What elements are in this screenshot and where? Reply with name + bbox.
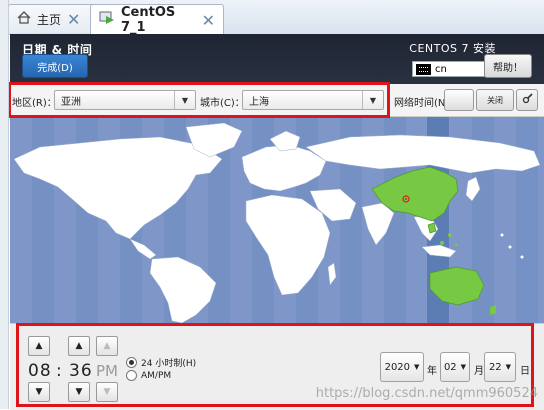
day-value: 22 [488,361,502,373]
timezone-map[interactable] [10,117,544,323]
year-label: 年 [427,366,437,377]
radio-selected-icon [126,357,137,368]
close-tab-centos-icon[interactable]: ✕ [202,11,215,30]
city-label: 城市(C)： [200,98,245,109]
minute-down-button[interactable]: ▼ [68,382,90,402]
month-value: 02 [443,361,457,373]
ampm-up-button[interactable]: ▲ [96,336,118,356]
tab-home[interactable]: 主页 ✕ [8,4,100,33]
region-bar: 地区(R)： 亚洲 ▼ 城市(C)： 上海 ▼ 网络时间(N) 关闭 [10,84,544,117]
done-button[interactable]: 完成(D) [22,54,88,78]
host-tab-bar: 主页 ✕ CentOS 7_1 ✕ [0,0,544,35]
time-separator: : [56,361,63,381]
chevron-down-icon: ▼ [414,363,420,371]
day-label: 日 [520,366,530,377]
year-value: 2020 [384,361,411,373]
format-ampm-label: AM/PM [141,370,172,381]
format-24h-label: 24 小时制(H) [141,359,197,369]
network-time-settings-button[interactable] [516,89,538,111]
chevron-down-icon: ▼ [460,363,467,371]
close-tab-home-icon[interactable]: ✕ [67,10,80,29]
gear-icon [522,93,533,107]
year-combo[interactable]: 2020 ▼ [380,352,424,382]
network-time-toggle[interactable] [444,89,474,111]
ampm-down-button[interactable]: ▼ [96,382,118,402]
network-time-off-button[interactable]: 关闭 [476,89,514,111]
product-title: CENTOS 7 安装 [409,42,496,55]
south-america [149,256,217,323]
hour-up-button[interactable]: ▲ [28,336,50,356]
keyboard-layout-value: cn [435,63,447,75]
chevron-down-icon: ▼ [174,91,195,109]
hour-value: 08 [28,361,52,381]
network-time-label: 网络时间(N) [394,98,450,109]
ampm-value: PM [96,362,118,380]
host-window-edge [0,0,9,409]
minute-up-button[interactable]: ▲ [68,336,90,356]
vm-icon [99,11,115,29]
radio-unselected-icon [126,370,137,381]
home-icon [17,11,31,27]
tab-home-label: 主页 [37,12,62,27]
month-combo[interactable]: 02 ▼ [440,352,470,382]
format-ampm-radio[interactable]: AM/PM [126,370,171,381]
city-combo[interactable]: 上海 ▼ [242,90,384,110]
format-24h-radio[interactable]: 24 小时制(H) [126,356,196,369]
day-combo[interactable]: 22 ▼ [484,352,516,382]
world-map[interactable] [10,117,544,323]
chevron-down-icon: ▼ [362,91,383,109]
tab-centos[interactable]: CentOS 7_1 ✕ [90,4,224,35]
minute-value: 36 [69,361,93,381]
month-label: 月 [474,366,484,377]
keyboard-icon [416,63,431,75]
chevron-down-icon: ▼ [505,363,512,371]
region-combo[interactable]: 亚洲 ▼ [54,90,196,110]
region-label: 地区(R)： [12,98,57,109]
keyboard-layout-indicator[interactable]: cn [412,61,487,77]
tab-centos-label: CentOS 7_1 [121,5,176,35]
watermark: https://blog.csdn.net/qmm960524 [315,386,538,401]
city-value: 上海 [249,96,269,108]
help-button[interactable]: 帮助！ [484,54,532,78]
hour-down-button[interactable]: ▼ [28,382,50,402]
region-value: 亚洲 [61,96,81,108]
